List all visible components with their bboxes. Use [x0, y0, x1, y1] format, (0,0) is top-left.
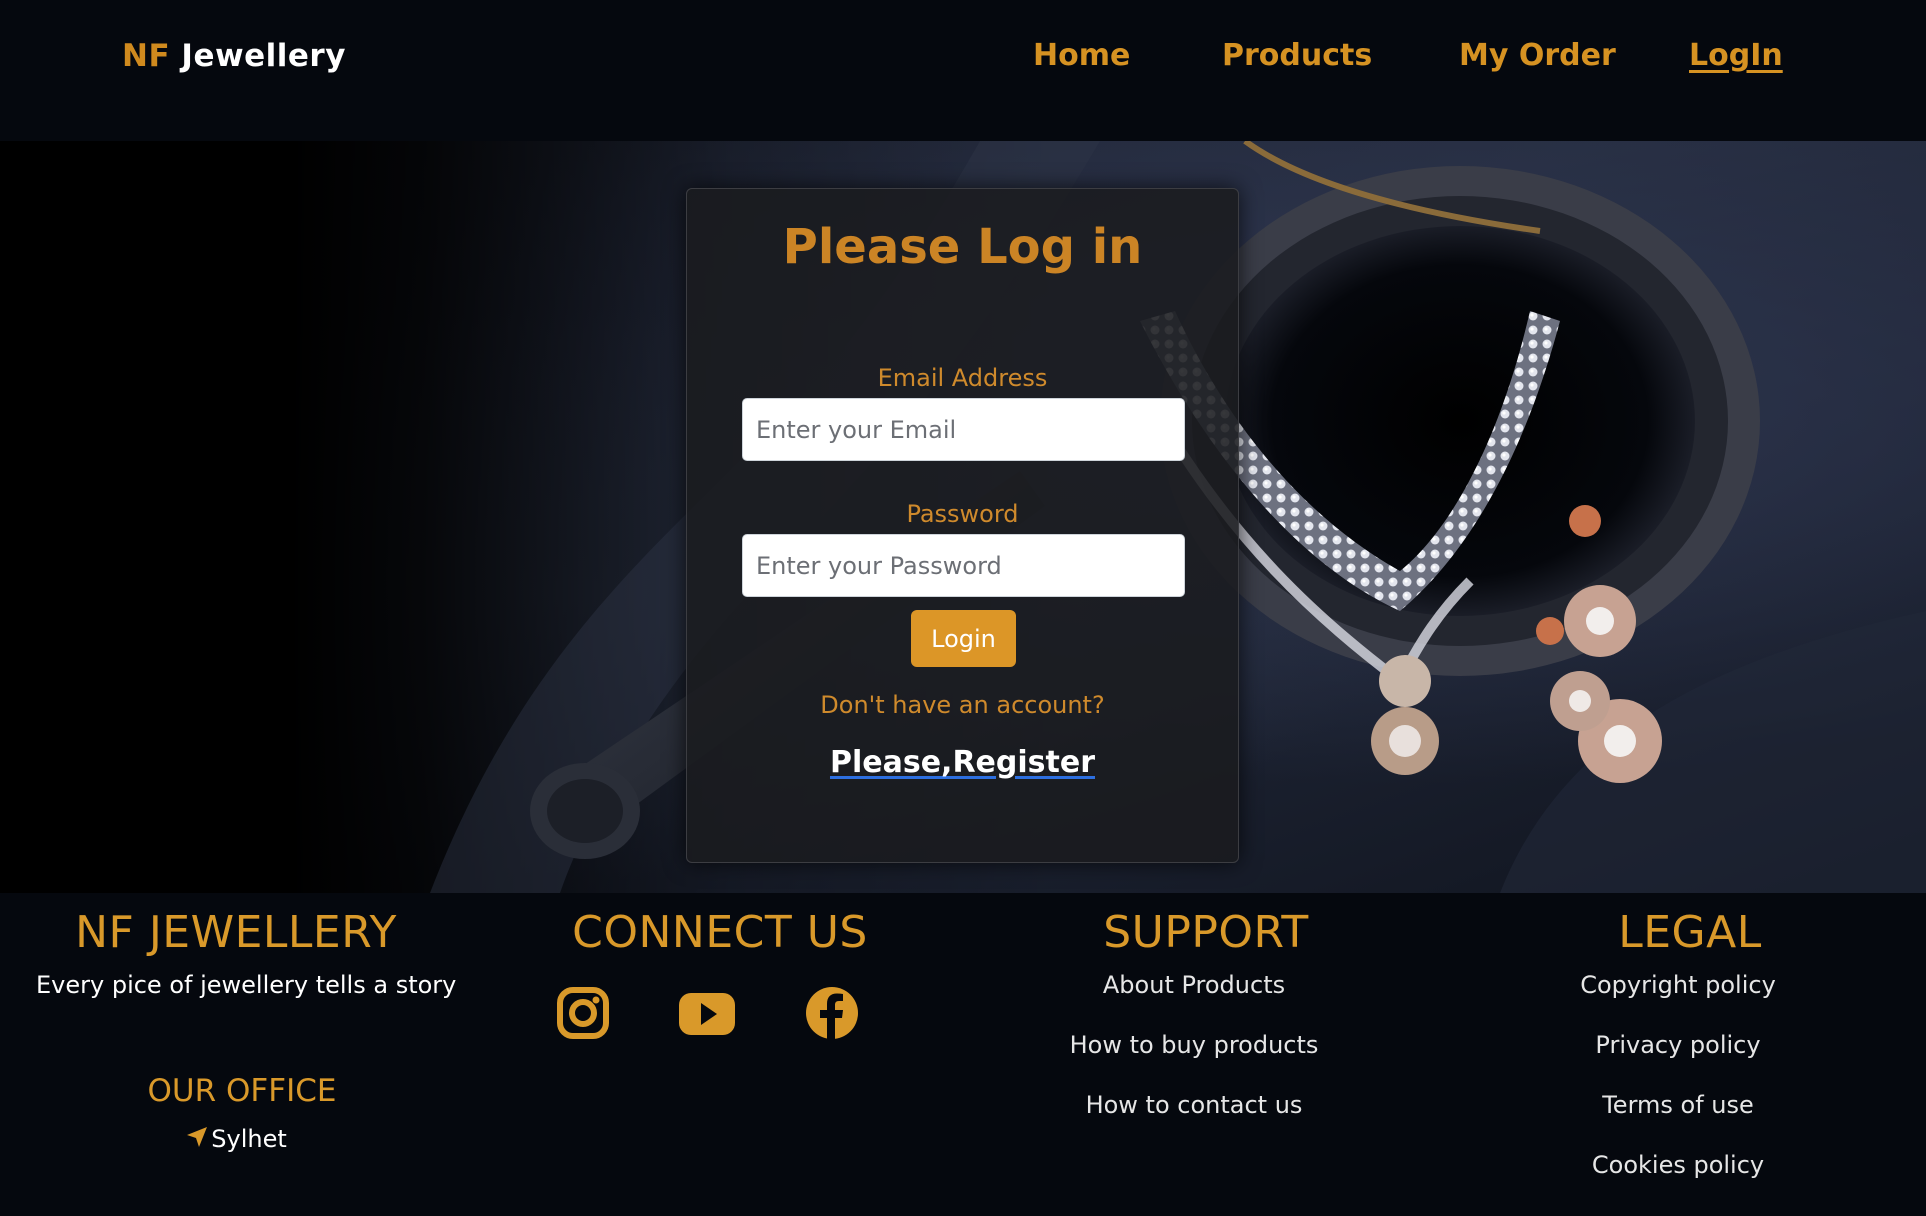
legal-heading: LEGAL	[1618, 907, 1762, 958]
location-arrow-icon	[185, 1125, 209, 1155]
hero-background: Please Log in Email Address Password Log…	[0, 141, 1926, 893]
password-input[interactable]	[742, 534, 1185, 597]
brand-prefix: NF	[122, 38, 171, 74]
email-input[interactable]	[742, 398, 1185, 461]
brand-logo[interactable]: NF Jewellery	[122, 38, 346, 74]
login-button[interactable]: Login	[911, 610, 1016, 667]
office-location-text: Sylhet	[211, 1125, 287, 1153]
email-label: Email Address	[877, 364, 1048, 392]
support-heading: SUPPORT	[1103, 907, 1309, 958]
support-link-about-products[interactable]: About Products	[994, 971, 1394, 999]
legal-link-privacy[interactable]: Privacy policy	[1478, 1031, 1878, 1059]
register-link[interactable]: Please,Register	[830, 745, 1095, 780]
youtube-icon[interactable]	[677, 985, 737, 1041]
support-link-how-to-contact[interactable]: How to contact us	[994, 1091, 1394, 1119]
login-title: Please Log in	[782, 219, 1143, 275]
register-link-wrapper: Please,Register	[687, 745, 1238, 780]
navbar: NF Jewellery Home Products My Order LogI…	[0, 0, 1926, 141]
nav-link-products[interactable]: Products	[1222, 38, 1372, 73]
nav-link-login[interactable]: LogIn	[1689, 38, 1783, 73]
nav-link-my-order[interactable]: My Order	[1459, 38, 1616, 73]
office-location: Sylhet	[36, 1125, 436, 1155]
support-link-how-to-buy[interactable]: How to buy products	[994, 1031, 1394, 1059]
footer: NF JEWELLERY Every pice of jewellery tel…	[0, 893, 1926, 1216]
connect-heading: CONNECT US	[572, 907, 868, 958]
legal-link-copyright[interactable]: Copyright policy	[1478, 971, 1878, 999]
password-label: Password	[906, 500, 1019, 528]
facebook-icon[interactable]	[804, 985, 860, 1041]
legal-link-terms[interactable]: Terms of use	[1478, 1091, 1878, 1119]
instagram-icon[interactable]	[555, 985, 611, 1041]
office-heading: OUR OFFICE	[147, 1073, 337, 1109]
login-card: Please Log in Email Address Password Log…	[686, 188, 1239, 863]
no-account-text: Don't have an account?	[820, 691, 1105, 719]
footer-tagline: Every pice of jewellery tells a story	[36, 971, 457, 999]
legal-link-cookies[interactable]: Cookies policy	[1478, 1151, 1878, 1179]
brand-suffix: Jewellery	[170, 38, 346, 74]
footer-brand-heading: NF JEWELLERY	[75, 907, 397, 958]
nav-link-home[interactable]: Home	[1033, 38, 1130, 73]
